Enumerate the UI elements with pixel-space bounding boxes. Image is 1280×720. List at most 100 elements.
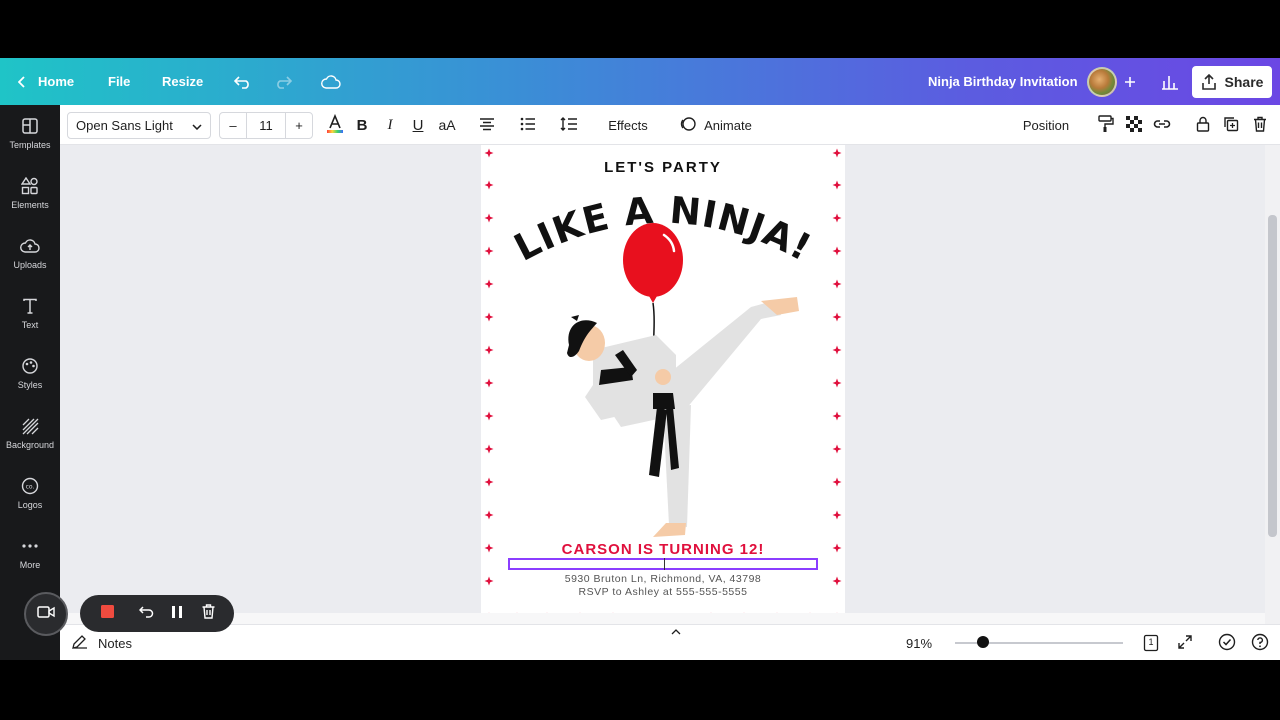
chevron-up-icon — [671, 622, 681, 640]
sidebar-item-more[interactable]: More — [0, 525, 60, 581]
share-button[interactable]: Share — [1192, 66, 1272, 98]
insights-button[interactable] — [1161, 58, 1179, 105]
check-button[interactable] — [1218, 625, 1236, 660]
bold-button[interactable]: B — [350, 105, 374, 145]
fullscreen-button[interactable] — [1177, 625, 1193, 660]
party-heading[interactable]: LET'S PARTY — [481, 159, 845, 176]
recording-controls — [80, 595, 234, 632]
animate-label: Animate — [704, 117, 752, 133]
design-page[interactable]: LIKE A NINJA! LET'S PARTY CARSON IS TURN… — [481, 145, 845, 624]
sidebar-item-uploads[interactable]: Uploads — [0, 225, 60, 281]
page-count-value: 1 — [1148, 637, 1154, 647]
zoom-level[interactable]: 91% — [906, 625, 932, 660]
redo-button[interactable] — [274, 58, 292, 105]
help-button[interactable] — [1251, 625, 1269, 660]
sidebar-item-styles[interactable]: Styles — [0, 345, 60, 401]
design-canvas[interactable]: LIKE A NINJA! LET'S PARTY CARSON IS TURN… — [60, 145, 1265, 624]
turning-text[interactable]: CARSON IS TURNING 12! — [481, 541, 845, 558]
trash-icon — [202, 603, 215, 624]
trash-icon — [1253, 116, 1267, 135]
vertical-scrollbar[interactable] — [1265, 145, 1280, 624]
transparency-button[interactable] — [1122, 105, 1146, 145]
stop-recording-button[interactable] — [92, 595, 122, 632]
duplicate-button[interactable] — [1219, 105, 1243, 145]
headline-text: LIKE A NINJA! — [507, 189, 817, 270]
text-color-button[interactable] — [322, 105, 348, 145]
camera-toggle-button[interactable] — [24, 592, 68, 636]
font-size-input[interactable]: 11 — [246, 113, 286, 138]
scrollbar-thumb[interactable] — [1268, 215, 1277, 537]
pause-recording-button[interactable] — [162, 595, 192, 632]
add-collaborator-button[interactable] — [1124, 58, 1136, 105]
bottom-bar: Notes 91% 1 — [60, 624, 1280, 660]
zoom-slider-handle[interactable] — [977, 636, 989, 648]
lock-icon — [1196, 116, 1210, 135]
restart-icon — [138, 605, 155, 623]
sidebar-item-label: Elements — [11, 200, 49, 210]
sidebar-item-background[interactable]: Background — [0, 405, 60, 461]
copy-style-button[interactable] — [1094, 105, 1118, 145]
cloud-save-status[interactable] — [321, 58, 341, 105]
pages-icon: 1 — [1142, 634, 1160, 652]
horizontal-scrollbar[interactable] — [60, 613, 1265, 624]
video-camera-icon — [37, 605, 55, 623]
rsvp-text[interactable]: RSVP to Ashley at 555-555-5555 — [481, 586, 845, 598]
address-text[interactable]: 5930 Bruton Ln, Richmond, VA, 43798 — [481, 573, 845, 585]
help-icon — [1251, 633, 1269, 654]
text-toolbar: Open Sans Light – 11 + B I U aA Effects … — [60, 105, 1280, 145]
stop-icon — [100, 604, 114, 623]
lock-button[interactable] — [1191, 105, 1215, 145]
avatar[interactable] — [1087, 67, 1117, 97]
underline-icon: U — [412, 116, 424, 134]
redo-icon — [274, 75, 292, 89]
notes-label: Notes — [98, 635, 132, 651]
spacing-button[interactable] — [556, 105, 582, 145]
transparency-icon — [1126, 115, 1142, 135]
document-title[interactable]: Ninja Birthday Invitation — [928, 58, 1078, 105]
file-menu-button[interactable]: File — [108, 58, 130, 105]
pencil-icon — [72, 634, 88, 652]
sidebar-item-label: Templates — [9, 140, 51, 150]
link-button[interactable] — [1150, 105, 1174, 145]
align-center-icon — [479, 117, 495, 134]
headline-curved[interactable]: LIKE A NINJA! — [481, 173, 845, 283]
home-button[interactable]: Home — [18, 58, 74, 105]
share-label: Share — [1224, 74, 1264, 90]
sidebar-item-label: Background — [5, 440, 55, 450]
cloud-icon — [321, 74, 341, 89]
undo-button[interactable] — [234, 58, 252, 105]
top-bar: Home File Resize Ninja Birthday Invitati… — [0, 58, 1280, 105]
sidebar-item-text[interactable]: Text — [0, 285, 60, 341]
italic-button[interactable]: I — [378, 105, 402, 145]
sidebar-item-label: More — [19, 560, 41, 570]
more-icon — [20, 536, 40, 556]
animate-button[interactable]: Animate — [676, 105, 756, 145]
styles-icon — [20, 356, 40, 376]
italic-icon: I — [387, 116, 393, 133]
show-pages-button[interactable] — [668, 625, 684, 637]
page-count-button[interactable]: 1 — [1142, 625, 1160, 660]
restart-recording-button[interactable] — [132, 595, 162, 632]
font-family-dropdown[interactable]: Open Sans Light — [67, 112, 211, 139]
discard-recording-button[interactable] — [193, 595, 223, 632]
sidebar-item-templates[interactable]: Templates — [0, 105, 60, 161]
letter-case-icon: aA — [438, 117, 456, 133]
position-button[interactable]: Position — [1016, 105, 1076, 145]
align-center-button[interactable] — [474, 105, 500, 145]
sidebar-item-logos[interactable]: co. Logos — [0, 465, 60, 521]
resize-button[interactable]: Resize — [162, 58, 203, 105]
effects-button[interactable]: Effects — [600, 105, 656, 145]
selected-textbox[interactable] — [508, 558, 818, 570]
letter-case-button[interactable]: aA — [434, 105, 460, 145]
sidebar-item-label: Logos — [17, 500, 43, 510]
font-size-increase-button[interactable]: + — [286, 113, 312, 138]
underline-button[interactable]: U — [406, 105, 430, 145]
logos-icon: co. — [20, 476, 40, 496]
delete-button[interactable] — [1248, 105, 1272, 145]
left-sidebar: Templates Elements Uploads Text Styles B… — [0, 105, 60, 660]
expand-icon — [1177, 634, 1193, 653]
font-size-decrease-button[interactable]: – — [220, 113, 246, 138]
templates-icon — [20, 116, 40, 136]
list-button[interactable] — [515, 105, 541, 145]
sidebar-item-elements[interactable]: Elements — [0, 165, 60, 221]
